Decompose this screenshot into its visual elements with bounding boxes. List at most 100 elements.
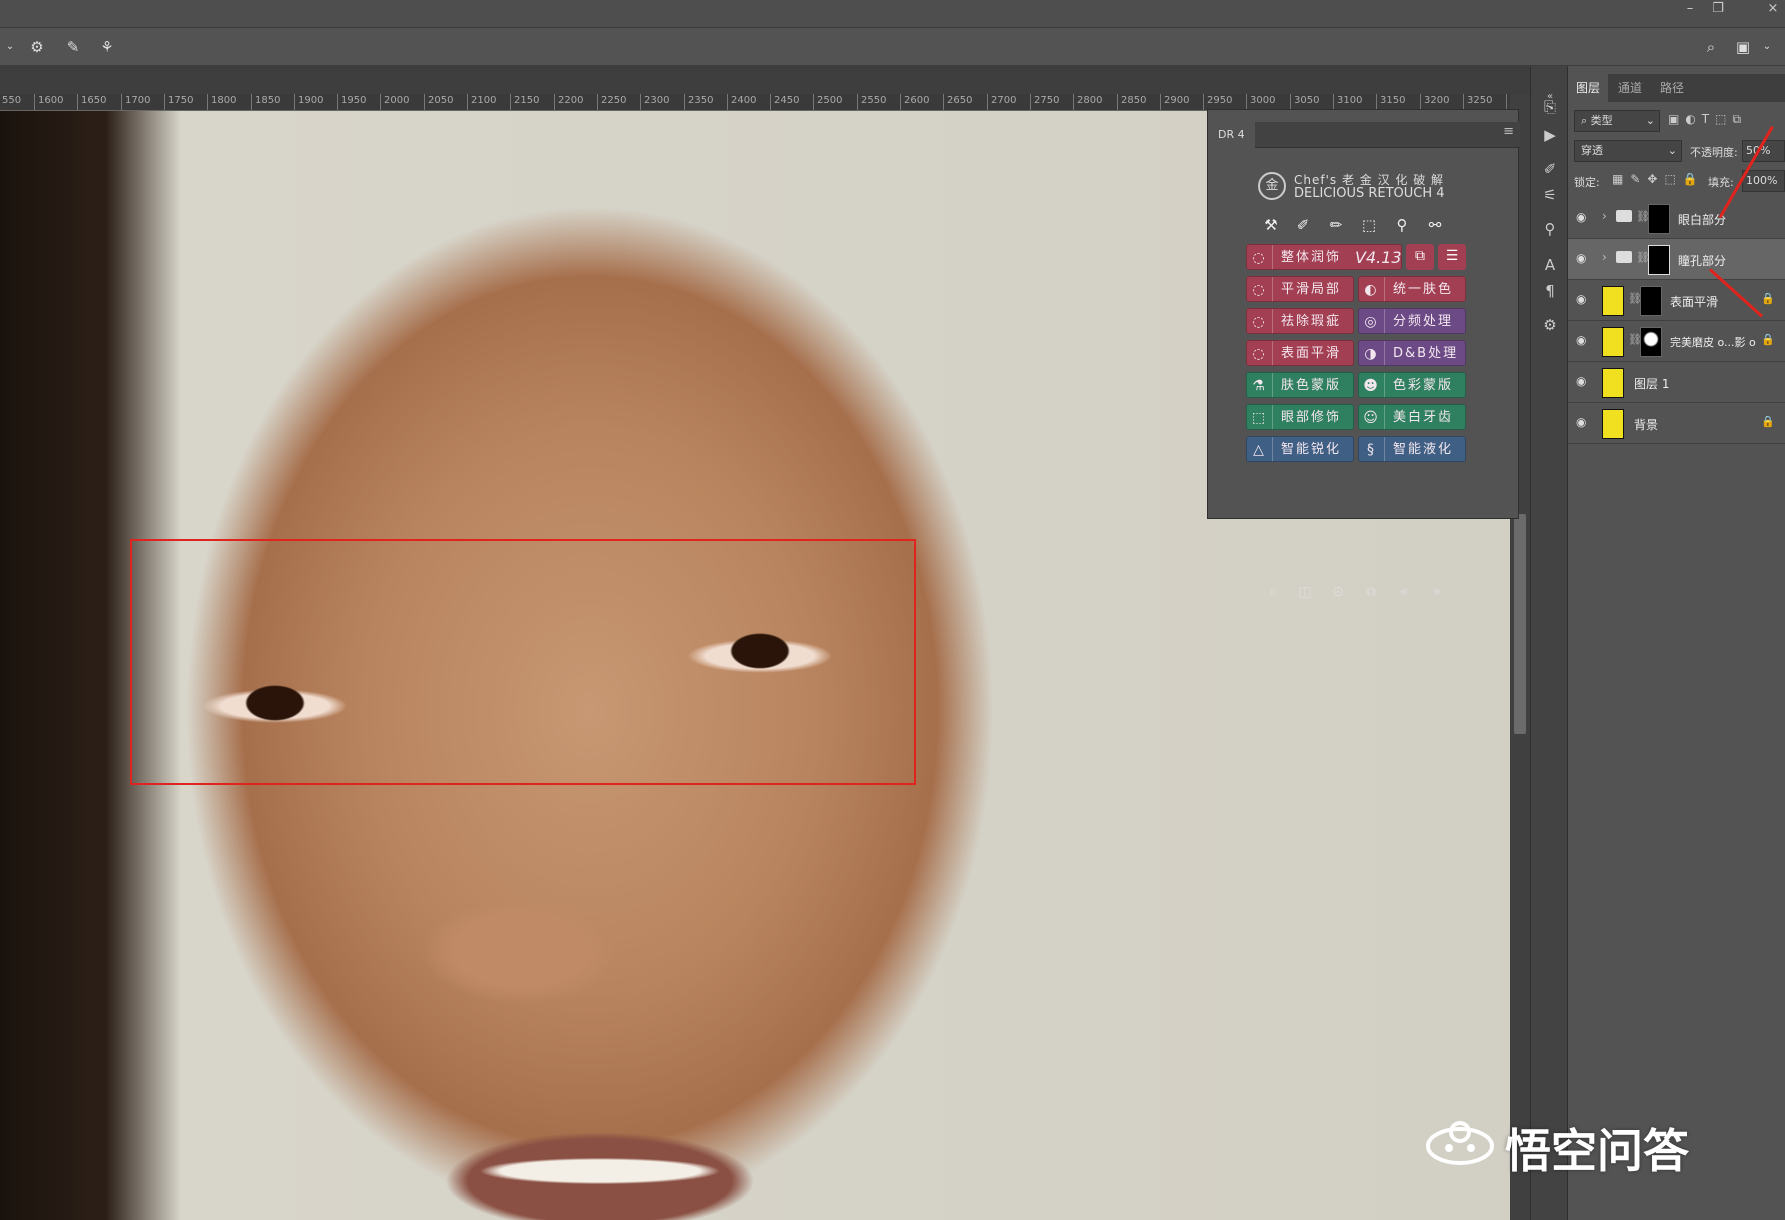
- smart-liquify-button[interactable]: § 智能液化: [1358, 436, 1466, 462]
- layer-thumbnail: [1602, 327, 1624, 357]
- prev-button[interactable]: «: [1393, 582, 1415, 602]
- frequency-split-button[interactable]: ◎ 分频处理: [1358, 308, 1466, 334]
- workspace-icon[interactable]: ▣: [1732, 36, 1754, 58]
- pencil-tool-icon[interactable]: ✏: [1325, 214, 1347, 236]
- paragraph-icon[interactable]: ¶: [1539, 280, 1561, 302]
- dr4-header: DR 4 ≡: [1208, 122, 1520, 148]
- logo-line-2: DELICIOUS RETOUCH 4: [1294, 186, 1445, 201]
- close-button[interactable]: ×: [1760, 0, 1785, 22]
- opacity-label: 不透明度:: [1690, 146, 1738, 159]
- layers-panel: 图层 通道 路径 ⌕ 类型⌄ ▣◐T⬚⧉ 穿透⌄ 不透明度: 50% 锁定: ▦…: [1568, 66, 1785, 1220]
- layers-panel-tabs: 图层 通道 路径: [1568, 74, 1785, 102]
- fill-input[interactable]: 100%: [1742, 170, 1785, 192]
- ruler-tick-label: 1800: [207, 94, 236, 110]
- unify-skin-button[interactable]: ◐ 统一肤色: [1358, 276, 1466, 302]
- eye-icon[interactable]: ◉: [1576, 415, 1586, 429]
- search-icon[interactable]: ⌕: [1700, 36, 1722, 58]
- ruler-tick-label: 2150: [510, 94, 539, 110]
- lock-label: 锁定:: [1574, 176, 1600, 189]
- ruler-tick-label: 2450: [770, 94, 799, 110]
- skin-mask-button[interactable]: ⚗ 肤色蒙版: [1246, 372, 1354, 398]
- gear-icon[interactable]: ⚙: [26, 36, 48, 58]
- layer-mask-thumbnail: [1648, 245, 1670, 275]
- layer-row[interactable]: ◉ 图层 1: [1568, 362, 1785, 403]
- scrollbar-thumb[interactable]: [1514, 514, 1526, 734]
- ruler-tick-label: 2200: [554, 94, 583, 110]
- layer-filter-select[interactable]: ⌕ 类型 ⌄: [1574, 110, 1660, 132]
- brush-settings-icon[interactable]: ✎: [62, 36, 84, 58]
- layer-name: 图层 1: [1634, 377, 1670, 391]
- layer-row[interactable]: ◉ ⛓ 完美磨皮 o...影 o 🔒: [1568, 321, 1785, 362]
- minimize-button[interactable]: –: [1677, 0, 1703, 22]
- panel-menu-icon[interactable]: ≡: [1503, 124, 1514, 139]
- ruler-tick-label: 1850: [251, 94, 280, 110]
- stamp-remove-icon[interactable]: ⚯: [1424, 214, 1446, 236]
- whiten-teeth-button[interactable]: ☺ 美白牙齿: [1358, 404, 1466, 430]
- teeth-icon: ☺: [1359, 405, 1385, 429]
- properties-icon[interactable]: ⚙: [1539, 314, 1561, 336]
- ruler-tick-label: 1950: [337, 94, 366, 110]
- camera-icon[interactable]: ⊙: [1327, 582, 1349, 602]
- smart-sharpen-button[interactable]: △ 智能锐化: [1246, 436, 1354, 462]
- blend-mode-select[interactable]: 穿透 ⌄: [1574, 140, 1682, 162]
- remove-blemish-button[interactable]: ◌ 祛除瑕疵: [1246, 308, 1354, 334]
- layer-row[interactable]: ◉ ⛓ 表面平滑 🔒: [1568, 280, 1785, 321]
- lock-icons[interactable]: ▦✎✥⬚🔒: [1612, 172, 1705, 186]
- fill-label: 填充:: [1708, 176, 1734, 189]
- annotation-rectangle: [130, 539, 916, 785]
- layer-row[interactable]: ◉ › ⛓ 眼白部分: [1568, 198, 1785, 239]
- zoom-icon[interactable]: ⌕: [1262, 582, 1284, 602]
- smooth-local-button[interactable]: ◌ 平滑局部: [1246, 276, 1354, 302]
- eye-icon[interactable]: ◉: [1576, 333, 1586, 347]
- layer-thumbnail: [1602, 286, 1624, 316]
- next-button[interactable]: »: [1426, 582, 1448, 602]
- eye-icon[interactable]: ◉: [1576, 374, 1586, 388]
- tab-paths[interactable]: 路径: [1652, 74, 1692, 102]
- chevron-down-icon[interactable]: ⌄: [2, 36, 18, 58]
- chevron-down-icon: ⌄: [1645, 114, 1655, 127]
- adjust-icon[interactable]: ⚟: [1539, 184, 1561, 206]
- dodge-burn-button[interactable]: ◑ D&B处理: [1358, 340, 1466, 366]
- tab-layers[interactable]: 图层: [1568, 74, 1609, 102]
- layer-row[interactable]: ◉ 背景 🔒: [1568, 403, 1785, 444]
- eye-icon[interactable]: ◉: [1576, 292, 1586, 306]
- ruler-tick-label: 2350: [684, 94, 713, 110]
- eye-icon[interactable]: ◉: [1576, 210, 1586, 224]
- ruler-tick-label: 2500: [813, 94, 842, 110]
- workspace-chevron-icon[interactable]: ⌄: [1756, 36, 1778, 58]
- history-icon[interactable]: ⎘: [1539, 96, 1561, 118]
- brush-tool-icon[interactable]: ⚒: [1260, 214, 1282, 236]
- ruler-tick-label: 1650: [77, 94, 106, 110]
- chevron-right-icon[interactable]: ›: [1602, 250, 1607, 264]
- selection-tool-icon[interactable]: ⬚: [1358, 214, 1380, 236]
- copy-icon[interactable]: ⧉: [1360, 582, 1382, 602]
- compare-icon[interactable]: ◫: [1294, 582, 1316, 602]
- layers-copy-button[interactable]: ⧉: [1406, 244, 1434, 270]
- eraser-tool-icon[interactable]: ✐: [1292, 214, 1314, 236]
- mask-icon: ☻: [1359, 373, 1385, 397]
- brush-presets-icon[interactable]: ✐: [1539, 158, 1561, 180]
- butterfly-icon[interactable]: ⚘: [96, 36, 118, 58]
- stamp-tool-icon[interactable]: ⚲: [1391, 214, 1413, 236]
- layer-name: 眼白部分: [1678, 213, 1727, 227]
- play-icon[interactable]: ▶: [1539, 124, 1561, 146]
- liquify-icon: §: [1359, 437, 1385, 461]
- tab-channels[interactable]: 通道: [1610, 74, 1650, 102]
- ruler-tick-label: 2800: [1073, 94, 1102, 110]
- clone-source-icon[interactable]: ⚲: [1539, 218, 1561, 240]
- layer-row-selected[interactable]: ◉ › ⛓ 瞳孔部分: [1568, 239, 1785, 280]
- folder-icon: [1616, 210, 1632, 222]
- eye-icon[interactable]: ◉: [1576, 251, 1586, 265]
- restore-button[interactable]: ❐: [1705, 0, 1731, 22]
- ruler-tick-label: 2550: [857, 94, 886, 110]
- character-icon[interactable]: A: [1539, 254, 1561, 276]
- eye-retouch-button[interactable]: ⬚ 眼部修饰: [1246, 404, 1354, 430]
- overall-retouch-button[interactable]: ◌ 整体润饰 V4.13: [1246, 244, 1402, 270]
- chevron-right-icon[interactable]: ›: [1602, 209, 1607, 223]
- color-mask-button[interactable]: ☻ 色彩蒙版: [1358, 372, 1466, 398]
- filter-type-icons[interactable]: ▣◐T⬚⧉: [1668, 112, 1747, 127]
- layer-mask-thumbnail: [1640, 327, 1662, 357]
- sliders-button[interactable]: ☰: [1438, 244, 1466, 270]
- surface-smooth-button[interactable]: ◌ 表面平滑: [1246, 340, 1354, 366]
- tab-dr4[interactable]: DR 4: [1208, 122, 1255, 148]
